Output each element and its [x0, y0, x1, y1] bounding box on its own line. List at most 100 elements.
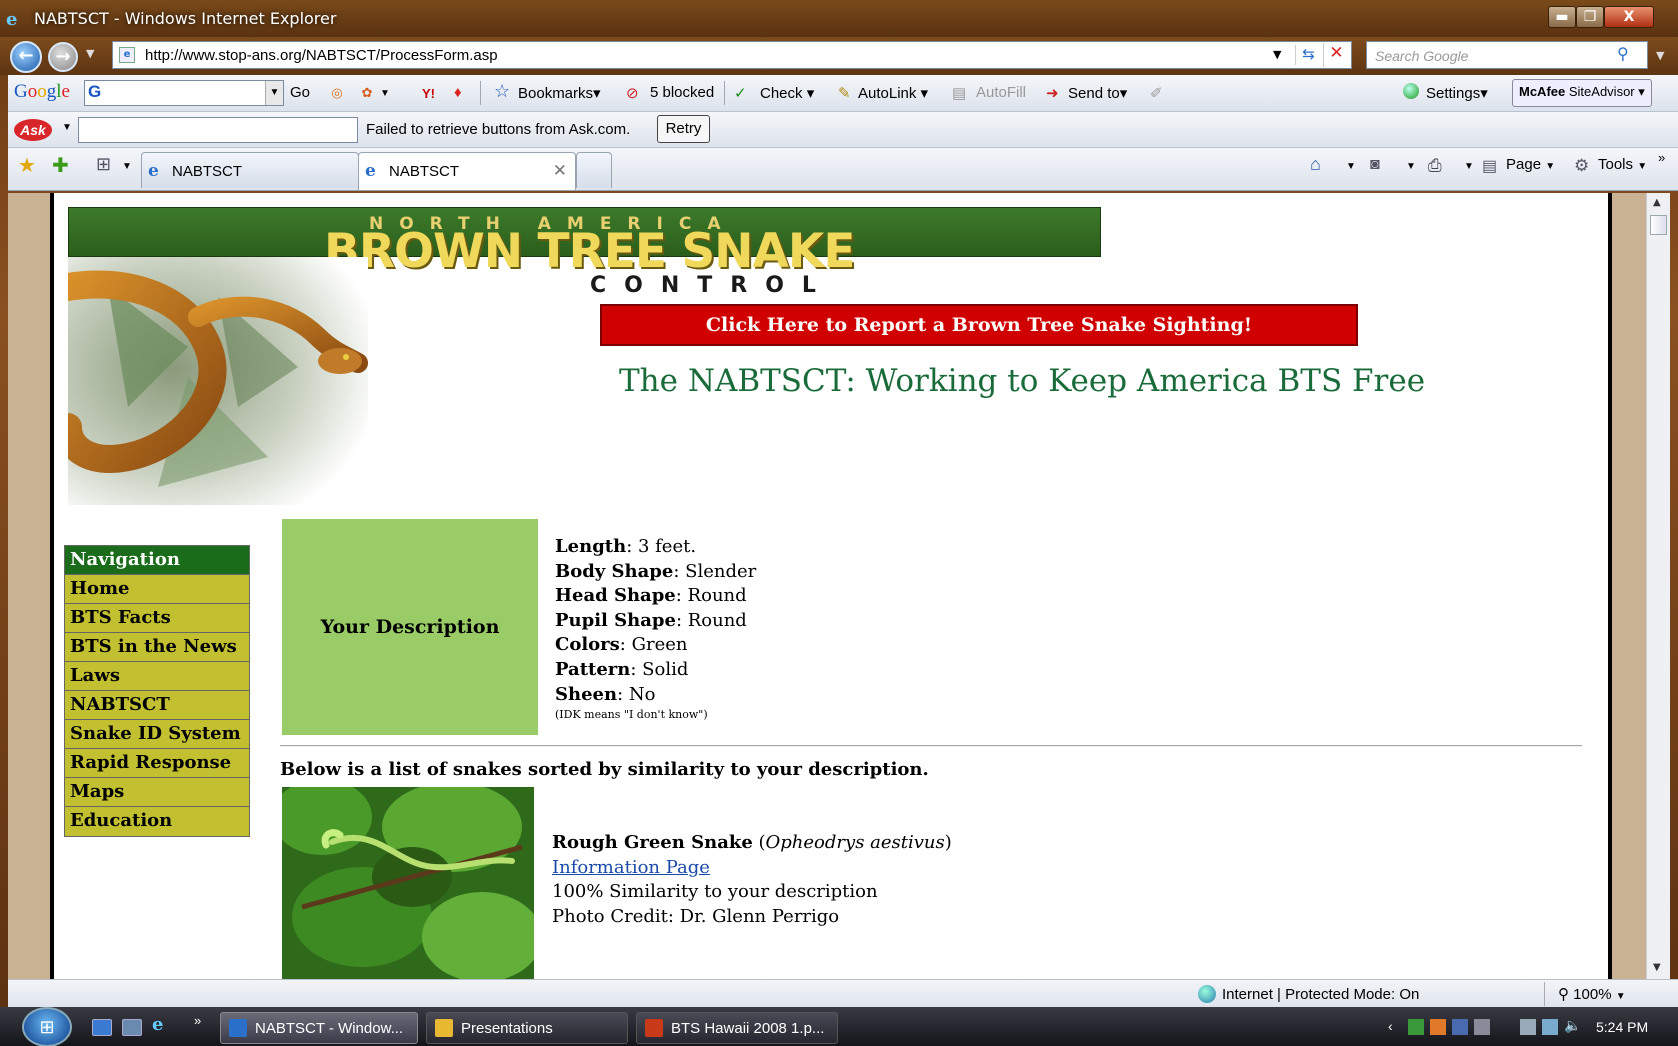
forward-button[interactable]: →	[48, 42, 78, 72]
security-zone-text[interactable]: Internet | Protected Mode: On	[1222, 986, 1419, 1003]
tray-expand-icon[interactable]: ‹	[1388, 1018, 1393, 1034]
start-button[interactable]: ⊞	[22, 1007, 72, 1046]
popup-blocker-icon[interactable]: ⊘	[626, 84, 639, 102]
taskbar-clock[interactable]: 5:24 PM	[1596, 1019, 1648, 1035]
chevron-down-icon[interactable]: ▼	[1464, 161, 1474, 172]
refresh-icon[interactable]: ⇆	[1295, 45, 1321, 65]
search-options-dropdown-icon[interactable]: ▼	[1656, 49, 1664, 62]
yahoo-icon[interactable]: Y!	[422, 86, 435, 101]
send-to-icon[interactable]: ➜	[1046, 84, 1059, 102]
show-desktop-icon[interactable]	[92, 1019, 112, 1036]
page-menu-button[interactable]: Page ▼	[1506, 156, 1555, 173]
map-pin-icon[interactable]: ♦	[454, 84, 462, 101]
chevron-down-icon[interactable]: ▼	[62, 122, 72, 133]
tab-nabtsct-1[interactable]: e NABTSCT	[141, 152, 359, 188]
scrollbar-thumb[interactable]	[1650, 215, 1667, 235]
search-box[interactable]: Search Google ⚲	[1366, 41, 1648, 69]
quick-tabs-icon[interactable]: ⊞	[96, 154, 111, 175]
retry-button[interactable]: Retry	[657, 115, 710, 143]
task-nabtsct[interactable]: NABTSCT - Window...	[220, 1012, 418, 1044]
horizontal-rule	[280, 745, 1582, 747]
window-title: NABTSCT - Windows Internet Explorer	[34, 9, 337, 28]
task-presentations[interactable]: Presentations	[426, 1012, 628, 1044]
add-favorites-icon[interactable]: ✚	[52, 153, 69, 178]
nav-bts-in-the-news[interactable]: BTS in the News	[65, 633, 249, 662]
new-tab-button[interactable]	[576, 152, 612, 188]
google-search-input[interactable]: G ▼	[84, 80, 284, 106]
close-tab-icon[interactable]: ✕	[553, 161, 567, 181]
tray-app-icon[interactable]	[1430, 1019, 1446, 1035]
information-page-link[interactable]: Information Page	[552, 857, 710, 878]
chevron-down-icon[interactable]: ▼	[1346, 161, 1356, 172]
rough-green-snake-photo[interactable]	[282, 787, 534, 979]
settings-button[interactable]: Settings▾	[1426, 84, 1488, 102]
highlighter-icon[interactable]: ✐	[1150, 84, 1163, 102]
spiral-icon[interactable]: ◎	[328, 84, 346, 102]
address-bar[interactable]: e http://www.stop-ans.org/NABTSCT/Proces…	[112, 41, 1352, 69]
nav-maps[interactable]: Maps	[65, 778, 249, 807]
report-sighting-button[interactable]: Click Here to Report a Brown Tree Snake …	[600, 304, 1358, 346]
switch-windows-icon[interactable]	[122, 1019, 142, 1036]
search-icon[interactable]: ⚲	[1617, 44, 1629, 63]
tools-menu-button[interactable]: Tools ▼	[1598, 156, 1647, 173]
spellcheck-icon[interactable]: ✓	[734, 84, 747, 102]
window-title-bar[interactable]: e NABTSCT - Windows Internet Explorer ▬ …	[0, 0, 1678, 37]
zoom-control[interactable]: ⚲ 100% ▼	[1558, 985, 1626, 1003]
star-icon[interactable]: ☆	[494, 81, 510, 102]
check-button[interactable]: Check ▾	[760, 84, 814, 102]
check-label: Check	[760, 85, 803, 102]
tab-nabtsct-2[interactable]: e NABTSCT ✕	[358, 152, 576, 190]
minimize-button[interactable]: ▬	[1548, 6, 1576, 28]
nav-education[interactable]: Education	[65, 807, 249, 836]
puzzle-icon[interactable]: ✿	[358, 84, 376, 102]
task-bts-hawaii[interactable]: BTS Hawaii 2008 1.p...	[636, 1012, 838, 1044]
scroll-up-icon[interactable]: ▲	[1653, 197, 1661, 208]
feeds-icon[interactable]: ◙	[1370, 156, 1380, 174]
autofill-button[interactable]: AutoFill	[976, 84, 1026, 101]
internet-explorer-icon[interactable]: e	[152, 1014, 172, 1035]
nav-home[interactable]: Home	[65, 575, 249, 604]
more-quicklaunch-icon[interactable]: »	[194, 1013, 201, 1028]
chevron-down-icon[interactable]: ▼	[1616, 991, 1626, 1002]
send-to-button[interactable]: Send to▾	[1068, 84, 1127, 102]
mcafee-siteadvisor-button[interactable]: McAfee SiteAdvisor ▾	[1512, 79, 1652, 107]
print-icon[interactable]: ⎙	[1428, 156, 1442, 176]
nav-bts-facts[interactable]: BTS Facts	[65, 604, 249, 633]
tray-app-icon[interactable]	[1452, 1019, 1468, 1035]
address-dropdown-icon[interactable]: ▼	[1273, 48, 1281, 61]
autolink-wand-icon[interactable]: ✎	[838, 84, 851, 102]
tray-app-icon[interactable]	[1408, 1019, 1424, 1035]
chevron-down-icon[interactable]: ▼	[1406, 161, 1416, 172]
chevron-down-icon[interactable]: ▼	[265, 81, 283, 105]
more-commands-icon[interactable]: »	[1658, 150, 1665, 165]
nav-rapid-response[interactable]: Rapid Response	[65, 749, 249, 778]
url-text[interactable]: http://www.stop-ans.org/NABTSCT/ProcessF…	[145, 47, 498, 64]
tab-list-dropdown-icon[interactable]: ▼	[122, 161, 132, 172]
popup-blocked-count[interactable]: 5 blocked	[650, 84, 714, 101]
scroll-down-icon[interactable]: ▼	[1653, 962, 1661, 973]
nav-snake-id-system[interactable]: Snake ID System	[65, 720, 249, 749]
go-button[interactable]: Go	[290, 84, 310, 101]
autolink-button[interactable]: AutoLink ▾	[858, 84, 928, 102]
ask-search-input[interactable]	[78, 117, 358, 143]
back-button[interactable]: ←	[10, 41, 42, 73]
stop-icon[interactable]: ✕	[1323, 43, 1349, 67]
maximize-button[interactable]: ❐	[1576, 6, 1604, 28]
nav-laws[interactable]: Laws	[65, 662, 249, 691]
favorites-star-icon[interactable]: ★	[18, 153, 36, 178]
ask-logo[interactable]: Ask	[14, 119, 52, 141]
power-icon[interactable]	[1520, 1019, 1536, 1035]
vertical-scrollbar[interactable]: ▲ ▼	[1646, 193, 1670, 979]
close-button[interactable]: X	[1604, 6, 1654, 28]
description-item: Length: 3 feet.	[555, 536, 697, 557]
nav-nabtsct[interactable]: NABTSCT	[65, 691, 249, 720]
volume-icon[interactable]: 🔈	[1564, 1017, 1581, 1034]
tray-app-icon[interactable]	[1474, 1019, 1490, 1035]
recent-pages-dropdown-icon[interactable]: ▼	[86, 47, 94, 60]
search-placeholder[interactable]: Search Google	[1375, 48, 1468, 64]
zoom-icon: ⚲	[1558, 986, 1569, 1003]
chevron-down-icon[interactable]: ▼	[380, 88, 390, 99]
home-icon[interactable]: ⌂	[1310, 154, 1321, 175]
network-icon[interactable]	[1542, 1019, 1558, 1035]
bookmarks-button[interactable]: Bookmarks▾	[518, 84, 601, 102]
